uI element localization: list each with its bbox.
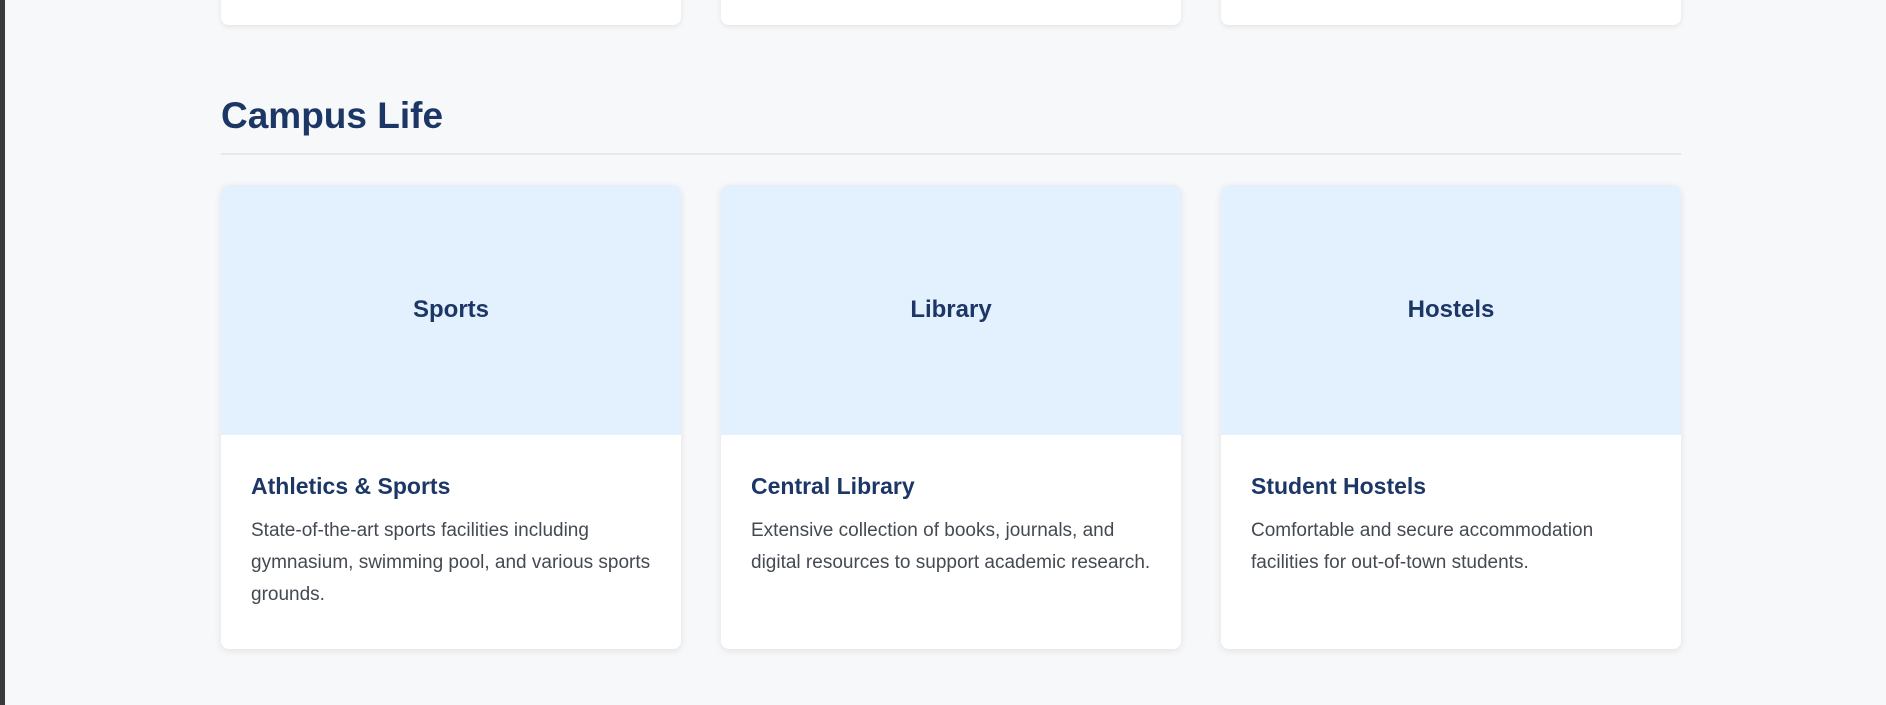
section-title: Campus Life: [221, 95, 444, 136]
previous-card[interactable]: [221, 0, 681, 25]
card-hostels[interactable]: Hostels Student Hostels Comfortable and …: [1221, 185, 1681, 649]
card-body: Central Library Extensive collection of …: [721, 435, 1181, 579]
card-description: State-of-the-art sports facilities inclu…: [251, 520, 651, 605]
card-library[interactable]: Library Central Library Extensive collec…: [721, 185, 1181, 649]
card-banner-label: Hostels: [1407, 296, 1495, 323]
section-divider: [221, 153, 1681, 155]
card-body: Athletics & Sports State-of-the-art spor…: [221, 435, 681, 611]
card-title: Student Hostels: [1251, 473, 1427, 499]
card-banner: Library: [721, 185, 1181, 435]
card-sports[interactable]: Sports Athletics & Sports State-of-the-a…: [221, 185, 681, 649]
previous-section-cards: [221, 0, 1681, 26]
card-body: Student Hostels Comfortable and secure a…: [1221, 435, 1681, 579]
previous-card[interactable]: [1221, 0, 1681, 25]
card-banner-label: Sports: [412, 296, 489, 323]
card-banner-label: Library: [910, 296, 992, 323]
card-title: Central Library: [751, 473, 915, 499]
card-description: Comfortable and secure accommodation fac…: [1251, 520, 1594, 573]
card-title: Athletics & Sports: [251, 473, 451, 499]
card-banner: Sports: [221, 185, 681, 435]
card-description: Extensive collection of books, journals,…: [751, 520, 1151, 573]
window-edge: [0, 0, 5, 705]
card-banner: Hostels: [1221, 185, 1681, 435]
previous-card[interactable]: [721, 0, 1181, 25]
